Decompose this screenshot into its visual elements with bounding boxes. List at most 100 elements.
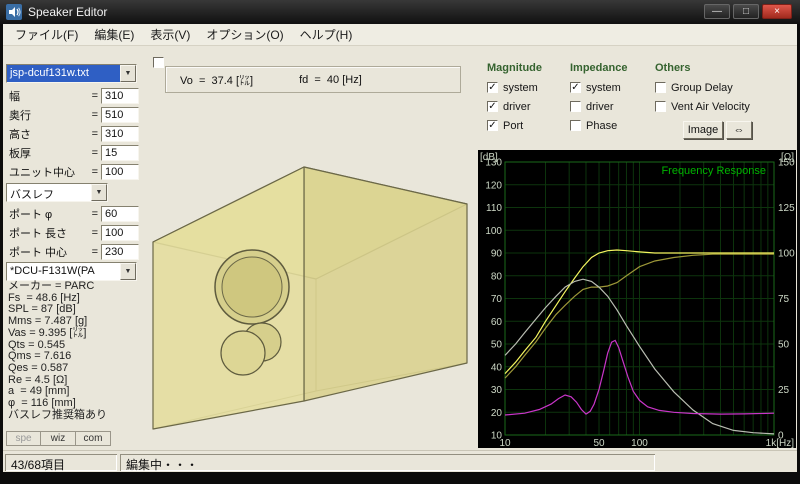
equals-sign: = [91,165,98,178]
enclosure-3d-view[interactable] [140,95,480,445]
left-tick-label: 50 [491,340,503,351]
port-param-input-item[interactable] [101,224,139,241]
right-tick-label: 50 [778,340,790,351]
driver-dropdown-value: *DCU-F131W(PA [10,265,95,277]
checkbox-label: system [586,81,621,94]
file-dropdown[interactable]: jsp-dcuf131w.txt ▼ [6,64,137,83]
checkbox-others-vent-air-velocity[interactable] [655,101,666,112]
option-group-impedance: Impedance ✓ system driver Phase [570,62,627,135]
tab-com[interactable]: com [76,431,111,446]
checkbox-label: Group Delay [671,81,733,94]
tab-wiz[interactable]: wiz [41,431,76,446]
port-param-row: ポート 長さ = [5,223,139,242]
checkbox-row: Phase [570,116,627,135]
driver-spec-line: Qes = 0.587 [8,361,69,374]
box-info-checkbox[interactable] [153,57,164,68]
driver-spec-line: メーカー = PARC [8,280,95,292]
port-param-label: ポート φ [9,208,53,221]
dimension-input-item[interactable] [101,87,139,104]
speaker-editor-window: Speaker Editor — □ × ファイル(F) 編集(E) 表示(V) オプ… [0,0,800,484]
driver-spec-list: メーカー = PARC Fs = 48.6 [Hz] SPL = 87 [dB] Mm… [8,280,107,421]
equals-sign: = [91,108,98,121]
checkbox-row: driver [570,97,627,116]
checkbox-impedance-driver[interactable] [570,101,581,112]
checkbox-others-group-delay[interactable] [655,82,666,93]
chevron-down-icon[interactable]: ▼ [120,65,136,82]
window-title: Speaker Editor [28,5,108,19]
swap-axes-button[interactable]: ⇔ [726,121,752,139]
driver-unit [214,249,290,325]
group-title-impedance: Impedance [570,62,628,74]
right-tick-label: 25 [778,385,790,396]
dimension-input-item[interactable] [101,125,139,142]
minimize-button[interactable]: — [704,4,730,19]
tab-spe[interactable]: spe [6,431,41,446]
group-title-magnitude: Magnitude [487,62,542,74]
client-area: ファイル(F) 編集(E) 表示(V) オプション(O) ヘルプ(H) jsp-dcuf… [3,24,797,472]
checkbox-magnitude-driver[interactable]: ✓ [487,101,498,112]
menu-edit[interactable]: 編集(E) [86,24,142,46]
file-dropdown-value: jsp-dcuf131w.txt [7,65,120,82]
dimension-label: 高さ [9,128,31,141]
left-tick-label: 20 [491,408,503,419]
dimension-input-item[interactable] [101,144,139,161]
image-button[interactable]: Image [683,121,723,139]
equals-sign: = [91,226,98,239]
option-group-magnitude: Magnitude ✓ system ✓ driver ✓ Port [487,62,542,135]
menu-options[interactable]: オプション(O) [198,24,291,46]
x-tick-label: 1k[Hz] [766,438,795,448]
driver-spec-line: バスレフ推奨箱あり [8,408,107,421]
driver-dropdown[interactable]: *DCU-F131W(PA ▼ [6,262,137,281]
checkbox-magnitude-port[interactable]: ✓ [487,120,498,131]
equals-sign: = [91,89,98,102]
checkbox-row: ✓ driver [487,97,542,116]
port-param-input-item[interactable] [101,205,139,222]
checkbox-impedance-phase[interactable] [570,120,581,131]
titlebar[interactable]: Speaker Editor — □ × [0,0,800,24]
checkbox-magnitude-system[interactable]: ✓ [487,82,498,93]
left-tick-label: 120 [485,180,502,191]
enclosure-type-value: バスレフ [10,189,54,201]
equals-sign: = [91,127,98,140]
left-tick-label: 100 [485,226,502,237]
group-title-others: Others [655,62,691,74]
status-bar: 43/68項目 編集中・・・ [3,450,797,472]
checkbox-label: Vent Air Velocity [671,100,750,113]
menu-bar: ファイル(F) 編集(E) 表示(V) オプション(O) ヘルプ(H) [3,24,797,46]
dimension-row: 幅 = [5,86,139,105]
checkbox-label: driver [586,100,614,113]
right-tick-label: 100 [778,249,795,260]
dimension-row: ユニット中心 = [5,162,139,181]
checkbox-label: Port [503,119,524,132]
app-speaker-icon [6,4,22,20]
dimension-input-item[interactable] [101,163,139,180]
maximize-button[interactable]: □ [733,4,759,19]
port-param-input-item[interactable] [101,243,139,260]
left-tick-label: 40 [491,362,503,373]
x-tick-label: 10 [499,438,511,448]
checkbox-row: ✓ system [487,78,542,97]
port-fields: ポート φ = ポート 長さ = ポート 中心 = [5,204,139,261]
enclosure-type-dropdown[interactable]: バスレフ ▼ [6,183,108,202]
checkbox-row: ✓ Port [487,116,542,135]
left-tick-label: 70 [491,294,503,305]
dimension-input-item[interactable] [101,106,139,123]
menu-help[interactable]: ヘルプ(H) [292,24,361,46]
driver-spec-line: φ = 116 [mm] [8,397,76,410]
dimension-label: ユニット中心 [9,166,75,179]
checkbox-impedance-system[interactable]: ✓ [570,82,581,93]
right-tick-label: 150 [778,158,795,169]
port-param-label: ポート 中心 [9,246,68,259]
chevron-down-icon[interactable]: ▼ [91,184,107,201]
chevron-down-icon[interactable]: ▼ [120,263,136,280]
x-tick-label: 100 [631,438,648,448]
dimension-fields: 幅=奥行=高さ=板厚=ユニット中心= [5,86,139,181]
left-tick-label: 30 [491,385,503,396]
dimension-row: 板厚 = [5,143,139,162]
vo-value: Vo = 37.4 [㍑] [180,74,254,87]
status-item-count: 43/68項目 [5,454,117,471]
close-button[interactable]: × [762,4,792,19]
menu-file[interactable]: ファイル(F) [7,24,86,46]
menu-view[interactable]: 表示(V) [142,24,198,46]
right-tick-label: 75 [778,294,790,305]
